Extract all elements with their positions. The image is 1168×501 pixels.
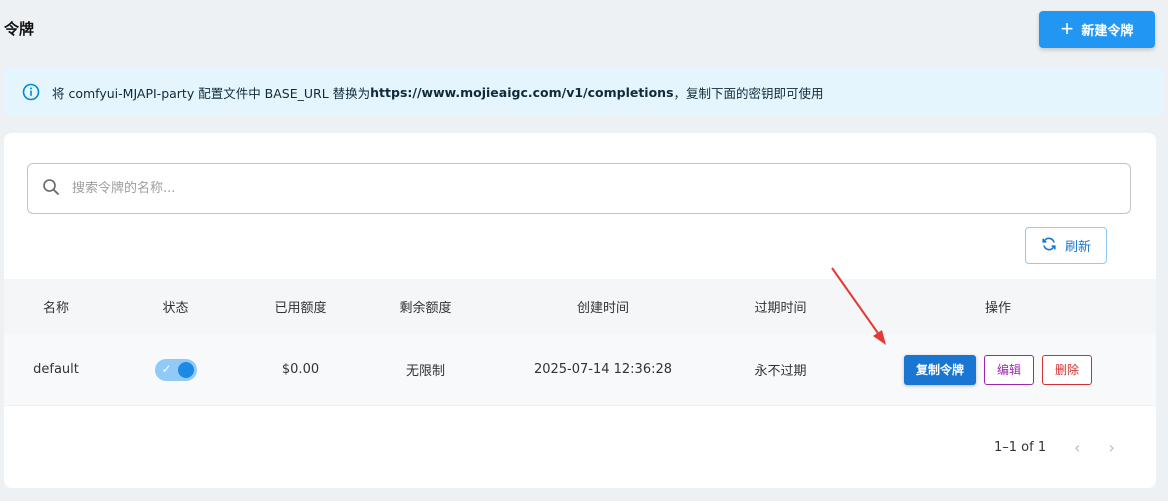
created-at: 2025-07-14 12:36:28 [533, 362, 673, 377]
edit-button[interactable]: 编辑 [984, 354, 1034, 385]
page-title: 令牌 [4, 20, 35, 38]
plus-icon: + [1060, 15, 1074, 41]
refresh-label: 刷新 [1064, 240, 1091, 255]
used-quota: $0.00 [281, 362, 320, 377]
col-header-actions: 操作 [984, 301, 1011, 316]
table-header: 名称 状态 已用额度 剩余额度 创建时间 过期时间 操作 [4, 279, 1156, 334]
check-icon: ✓ [161, 361, 172, 376]
search-icon [42, 178, 60, 200]
refresh-icon [1041, 236, 1057, 256]
tokens-card: 刷新 名称 状态 已用额度 剩余额度 创建时间 过期时间 操作 default … [4, 133, 1156, 488]
col-header-created: 创建时间 [576, 301, 629, 316]
col-header-remaining: 剩余额度 [399, 301, 452, 316]
new-token-label: 新建令牌 [1081, 23, 1134, 38]
col-header-expires: 过期时间 [754, 301, 807, 316]
refresh-button[interactable]: 刷新 [1025, 227, 1107, 264]
notice-url: https://www.mojieaigc.com/v1/completions [370, 84, 674, 100]
pagination: 1–1 of 1 ‹ › [994, 433, 1115, 461]
info-icon [22, 83, 40, 101]
status-toggle[interactable]: ✓ [154, 358, 197, 381]
chevron-left-icon[interactable]: ‹ [1074, 438, 1080, 457]
pagination-range: 1–1 of 1 [994, 439, 1047, 455]
info-notice: 将 comfyui-MJAPI-party 配置文件中 BASE_URL 替换为… [4, 68, 1164, 116]
search-input[interactable] [72, 181, 972, 196]
search-box[interactable] [27, 163, 1131, 214]
copy-token-button[interactable]: 复制令牌 [904, 354, 976, 385]
chevron-right-icon[interactable]: › [1109, 438, 1115, 457]
actions-cell: 复制令牌 编辑 删除 [848, 334, 1148, 405]
delete-button[interactable]: 删除 [1042, 354, 1092, 385]
table-row: default ✓ $0.00 无限制 2025-07-14 12:36:28 … [4, 334, 1156, 406]
toggle-knob [177, 361, 194, 378]
col-header-used: 已用额度 [274, 301, 327, 316]
notice-suffix: ，复制下面的密钥即可使用 [673, 85, 824, 101]
notice-prefix: 将 comfyui-MJAPI-party 配置文件中 BASE_URL 替换为 [52, 85, 371, 101]
token-name: default [33, 362, 79, 377]
remaining-quota: 无限制 [405, 364, 445, 379]
col-header-status: 状态 [162, 301, 189, 316]
status-cell: ✓ [108, 334, 243, 405]
col-header-name: 名称 [42, 301, 69, 316]
expires: 永不过期 [754, 364, 807, 379]
new-token-button[interactable]: + 新建令牌 [1039, 11, 1155, 48]
